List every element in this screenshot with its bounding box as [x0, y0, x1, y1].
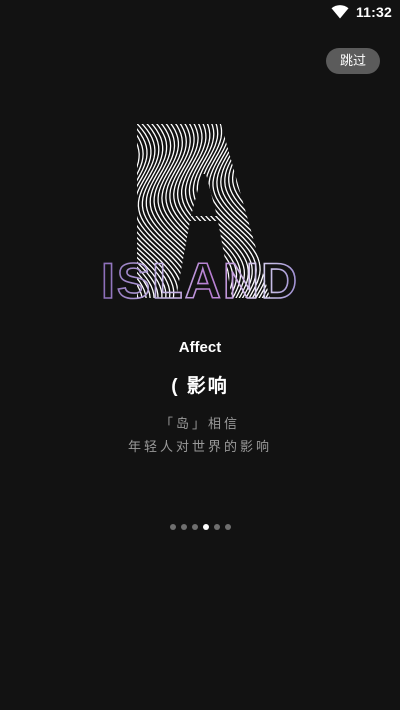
page-dot[interactable] — [224, 524, 231, 530]
onboarding-screen: 11:32 跳过 ISLAND Affect ( 影响 「岛」相信 年轻人对世界… — [0, 0, 400, 710]
skip-button[interactable]: 跳过 — [326, 48, 380, 74]
slide-description-line-1: 「岛」相信 — [159, 416, 240, 431]
page-dot[interactable] — [169, 524, 176, 530]
slide-title-english: Affect — [178, 339, 222, 356]
page-dot[interactable] — [191, 524, 198, 530]
island-wordmark: ISLAND — [101, 253, 299, 306]
status-bar: 11:32 — [0, 0, 400, 24]
page-dot[interactable] — [202, 524, 209, 530]
wifi-icon — [331, 5, 349, 19]
page-indicator — [0, 524, 400, 530]
slide-description-line-2: 年轻人对世界的影响 — [127, 439, 272, 454]
island-logo: ISLAND — [96, 118, 306, 306]
status-time: 11:32 — [355, 4, 392, 20]
page-dot[interactable] — [180, 524, 187, 530]
slide-title-chinese: ( 影响 — [171, 376, 229, 397]
page-dot[interactable] — [213, 524, 220, 530]
